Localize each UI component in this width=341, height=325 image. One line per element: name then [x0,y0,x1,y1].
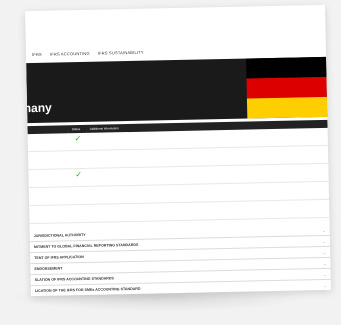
chevron-down-icon: ⌄ [323,271,327,277]
flag-stripe-red [246,76,327,99]
germany-flag-icon [246,56,328,119]
check-icon: ✓ [75,170,83,180]
chevron-down-icon: ⌄ [322,260,327,266]
flag-stripe-black [246,56,327,79]
check-icon: ✓ [74,134,82,144]
nav-item-ifrs[interactable]: IFRS [32,51,42,56]
page-title: ermany [25,100,52,116]
table-cell-status [69,186,89,205]
table-cell-requirement [28,168,70,188]
accordion-item-label: SLATION OF IFRS ACCOUNTING STANDARDS [34,276,114,283]
hero-banner: ermany [25,56,328,124]
table-cell-status: ✓ [69,168,88,187]
chevron-down-icon: ⌄ [322,238,326,244]
accordion: JURISDICTIONAL AUTHORITY ⌄ MITMENT TO GL… [29,224,331,297]
accordion-item-label: TENT OF IFRS APPLICATION [34,254,84,261]
chevron-down-icon: ⌄ [322,249,327,255]
table-cell-status: ✓ [68,132,88,151]
table-cell-requirement [27,150,70,170]
table-cell-requirement [27,133,70,152]
accordion-item-label: MITMENT TO GLOBAL FINANCIAL REPORTING ST… [33,242,139,250]
webpage-printout: IFRS IFRS ACCOUNTING IFRS SUSTAINABILITY… [25,4,331,297]
table-cell-requirement [29,204,71,224]
chevron-down-icon: ⌄ [323,282,327,288]
nav-item-ifrs-sustainability[interactable]: IFRS SUSTAINABILITY [98,49,144,55]
chevron-down-icon: ⌄ [322,227,326,233]
table-cell-status [70,204,89,223]
ifrs-status-table: Status Additional Information ✓ ✓ [27,119,330,224]
accordion-item-label: ENDORSEMENT [34,266,63,272]
nav-item-ifrs-accounting[interactable]: IFRS ACCOUNTING [50,50,90,56]
accordion-item-label: JURISDICTIONAL AUTHORITY [33,232,86,239]
accordion-item-label: LICATION OF THE IFRS FOR SMEs ACCOUNTING… [34,286,141,294]
table-cell-info [88,199,330,223]
table-cell-requirement [28,186,71,206]
table-cell-status [69,150,88,169]
flag-stripe-gold [246,96,328,119]
